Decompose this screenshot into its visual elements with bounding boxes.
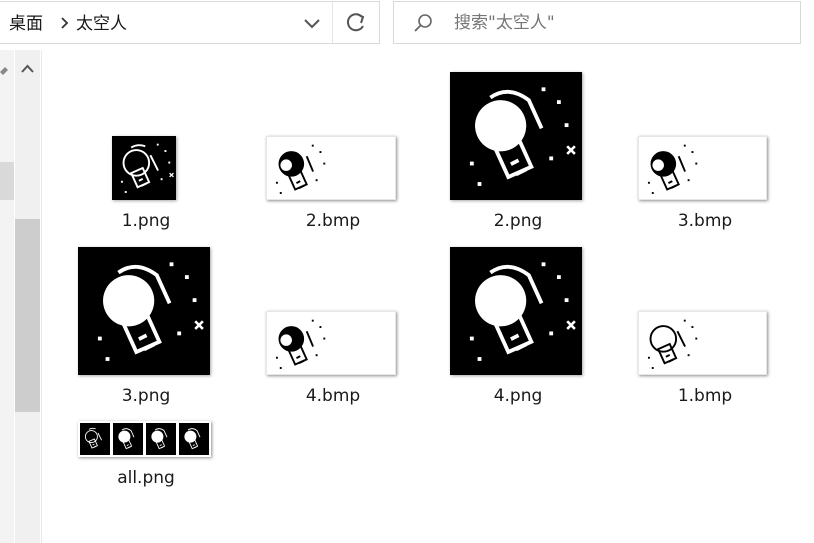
file-thumbnail [450, 247, 582, 375]
navigation-pane [0, 50, 42, 543]
file-thumbnail [78, 247, 210, 375]
file-thumbnail [78, 421, 211, 457]
nav-strip [0, 50, 14, 543]
file-name: 3.png [121, 386, 171, 406]
breadcrumb-item-current[interactable]: 太空人 [76, 14, 127, 34]
search-placeholder: 搜索"太空人" [454, 13, 555, 33]
refresh-button[interactable] [333, 2, 379, 43]
nav-scrollbar[interactable] [15, 50, 40, 543]
file-name: 1.bmp [677, 386, 733, 406]
pin-icon [0, 67, 8, 75]
file-name: 4.png [493, 386, 543, 406]
breadcrumb-item-desktop[interactable]: 桌面 [9, 14, 43, 34]
file-name: 3.bmp [677, 211, 733, 231]
file-thumbnail [638, 136, 767, 200]
search-icon [414, 14, 432, 32]
file-name: 1.png [121, 211, 171, 231]
search-box[interactable]: 搜索"太空人" [393, 1, 801, 44]
file-name: all.png [117, 468, 175, 488]
file-thumbnail [266, 136, 396, 200]
nav-selected-item[interactable] [0, 162, 14, 200]
scrollbar-thumb[interactable] [15, 219, 40, 412]
history-dropdown-button[interactable] [293, 2, 333, 43]
file-name: 2.png [493, 211, 543, 231]
file-thumbnail [450, 72, 582, 200]
file-name: 4.bmp [305, 386, 361, 406]
scroll-up-icon[interactable] [18, 60, 37, 78]
chevron-down-icon [304, 19, 320, 29]
refresh-icon [346, 13, 365, 32]
chevron-right-icon[interactable] [58, 13, 72, 33]
file-name: 2.bmp [305, 211, 361, 231]
file-thumbnail [112, 136, 176, 200]
file-thumbnail [638, 311, 767, 375]
address-bar[interactable]: 桌面 太空人 [0, 1, 380, 44]
toolbar: 桌面 太空人 搜索"太空人" [0, 0, 814, 50]
file-thumbnail [266, 311, 396, 375]
